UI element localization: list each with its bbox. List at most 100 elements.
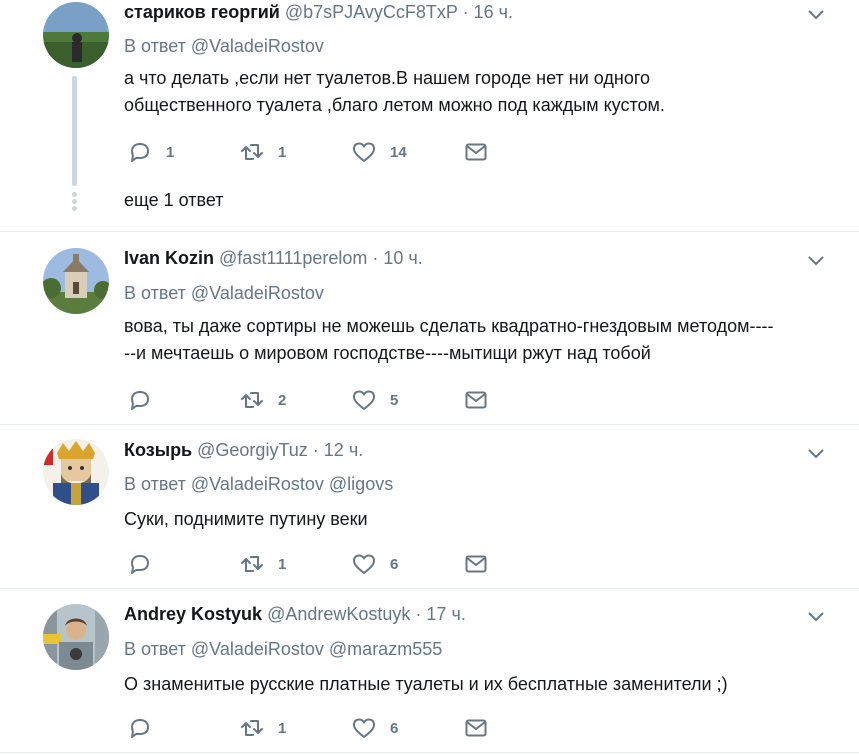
- retweet-icon: [241, 720, 263, 736]
- reply-context: В ответ @ValadeiRostov: [124, 36, 324, 57]
- retweet-button[interactable]: 1: [240, 716, 286, 740]
- chevron-down-icon[interactable]: [806, 4, 826, 24]
- message-button[interactable]: [464, 716, 502, 740]
- like-button[interactable]: 14: [352, 140, 407, 164]
- author-handle[interactable]: @b7sPJAvyCcF8TxP: [285, 2, 458, 22]
- tweet-header: Козырь @GeorgiyTuz · 12 ч.: [124, 440, 363, 461]
- tweet[interactable]: Ivan Kozin @fast1111perelom · 10 ч. В от…: [0, 232, 859, 425]
- chevron-down-icon[interactable]: [806, 250, 826, 270]
- reply-context: В ответ @ValadeiRostov @ligovs: [124, 474, 393, 495]
- show-more-replies-link[interactable]: еще 1 ответ: [124, 190, 224, 211]
- author-name[interactable]: Ivan Kozin: [124, 248, 214, 268]
- tweet-text-line: а что делать ,если нет туалетов.В нашем …: [124, 68, 651, 88]
- tweet-actions: 1 6: [128, 552, 528, 576]
- tweet-header: стариков георгий @b7sPJAvyCcF8TxP · 16 ч…: [124, 2, 513, 23]
- author-handle[interactable]: @GeorgiyTuz: [197, 440, 308, 460]
- like-button[interactable]: 6: [352, 716, 398, 740]
- avatar[interactable]: [43, 439, 109, 505]
- reply-button[interactable]: 1: [128, 140, 174, 164]
- like-button[interactable]: 6: [352, 552, 398, 576]
- tweet-actions: 2 5: [128, 388, 528, 412]
- tweet[interactable]: стариков георгий @b7sPJAvyCcF8TxP · 16 ч…: [0, 0, 859, 232]
- reply-mention[interactable]: @ValadeiRostov: [191, 283, 324, 303]
- like-count: 6: [390, 555, 399, 573]
- reply-icon: [131, 719, 149, 738]
- message-button[interactable]: [464, 552, 502, 576]
- avatar[interactable]: [43, 604, 109, 670]
- retweet-button[interactable]: 1: [240, 552, 286, 576]
- tweet-actions: 1 6: [128, 716, 528, 740]
- avatar-image: [43, 439, 109, 505]
- retweet-button[interactable]: 1: [240, 140, 286, 164]
- avatar[interactable]: [43, 248, 109, 314]
- thread-dot: [72, 192, 77, 197]
- retweet-count: 2: [278, 391, 287, 409]
- heart-icon: [353, 390, 375, 410]
- heart-icon: [353, 142, 375, 162]
- avatar-image: [43, 604, 109, 670]
- timestamp[interactable]: · 16 ч.: [463, 2, 513, 22]
- tweet[interactable]: Andrey Kostyuk @AndrewKostuyk · 17 ч. В …: [0, 589, 859, 753]
- tweet-text: вова, ты даже сортиры не можешь сделать …: [124, 313, 829, 367]
- like-count: 6: [390, 719, 399, 737]
- reply-context: В ответ @ValadeiRostov: [124, 283, 324, 304]
- tweet-header: Andrey Kostyuk @AndrewKostuyk · 17 ч.: [124, 604, 466, 625]
- reply-mention[interactable]: @ValadeiRostov: [191, 36, 324, 56]
- like-count: 14: [390, 143, 407, 161]
- chevron-down-icon[interactable]: [806, 606, 826, 626]
- tweet[interactable]: Козырь @GeorgiyTuz · 12 ч. В ответ @Vala…: [0, 425, 859, 589]
- thread-line: [72, 76, 77, 186]
- heart-icon: [353, 554, 375, 574]
- thread-dot: [72, 206, 77, 211]
- tweet-text-line: Суки, поднимите путину веки: [124, 509, 368, 529]
- author-name[interactable]: стариков георгий: [124, 2, 280, 22]
- heart-icon: [353, 718, 375, 738]
- thread-dot: [72, 199, 77, 204]
- envelope-icon: [465, 555, 487, 573]
- reply-icon: [131, 391, 149, 410]
- tweet-header: Ivan Kozin @fast1111perelom · 10 ч.: [124, 248, 423, 269]
- like-button[interactable]: 5: [352, 388, 398, 412]
- message-button[interactable]: [464, 388, 502, 412]
- reply-icon: [131, 555, 149, 574]
- reply-button[interactable]: [128, 716, 166, 740]
- like-count: 5: [390, 391, 399, 409]
- reply-prefix: В ответ: [124, 36, 186, 56]
- reply-prefix: В ответ: [124, 639, 186, 659]
- author-name[interactable]: Andrey Kostyuk: [124, 604, 262, 624]
- retweet-count: 1: [278, 555, 287, 573]
- reply-context: В ответ @ValadeiRostov @marazm555: [124, 639, 442, 660]
- timestamp[interactable]: · 12 ч.: [313, 440, 363, 460]
- tweet-text: а что делать ,если нет туалетов.В нашем …: [124, 65, 829, 119]
- avatar-image: [43, 248, 109, 314]
- retweet-button[interactable]: 2: [240, 388, 286, 412]
- reply-button[interactable]: [128, 552, 166, 576]
- retweet-icon: [241, 144, 263, 160]
- retweet-count: 1: [278, 719, 287, 737]
- tweet-actions: 1 1 14: [128, 140, 528, 164]
- avatar[interactable]: [43, 2, 109, 68]
- envelope-icon: [465, 143, 487, 161]
- reply-mention[interactable]: @ValadeiRostov @marazm555: [191, 639, 442, 659]
- envelope-icon: [465, 391, 487, 409]
- tweet-text-line: --и мечтаешь о мировом господстве----мыт…: [124, 343, 651, 363]
- timestamp[interactable]: · 17 ч.: [415, 604, 465, 624]
- reply-mention[interactable]: @ValadeiRostov @ligovs: [191, 474, 393, 494]
- avatar-image: [43, 2, 109, 68]
- tweet-text-line: О знаменитые русские платные туалеты и и…: [124, 674, 728, 694]
- tweet-text-line: общественного туалета ,благо летом можно…: [124, 95, 665, 115]
- tweet-text: О знаменитые русские платные туалеты и и…: [124, 671, 829, 698]
- reply-prefix: В ответ: [124, 474, 186, 494]
- timestamp[interactable]: · 10 ч.: [372, 248, 422, 268]
- retweet-icon: [241, 556, 263, 572]
- author-handle[interactable]: @fast1111perelom: [219, 248, 367, 268]
- reply-icon: [131, 143, 149, 162]
- message-button[interactable]: [464, 140, 502, 164]
- author-name[interactable]: Козырь: [124, 440, 192, 460]
- retweet-count: 1: [278, 143, 287, 161]
- reply-button[interactable]: [128, 388, 166, 412]
- author-handle[interactable]: @AndrewKostuyk: [267, 604, 410, 624]
- envelope-icon: [465, 719, 487, 737]
- retweet-icon: [241, 392, 263, 408]
- chevron-down-icon[interactable]: [806, 443, 826, 463]
